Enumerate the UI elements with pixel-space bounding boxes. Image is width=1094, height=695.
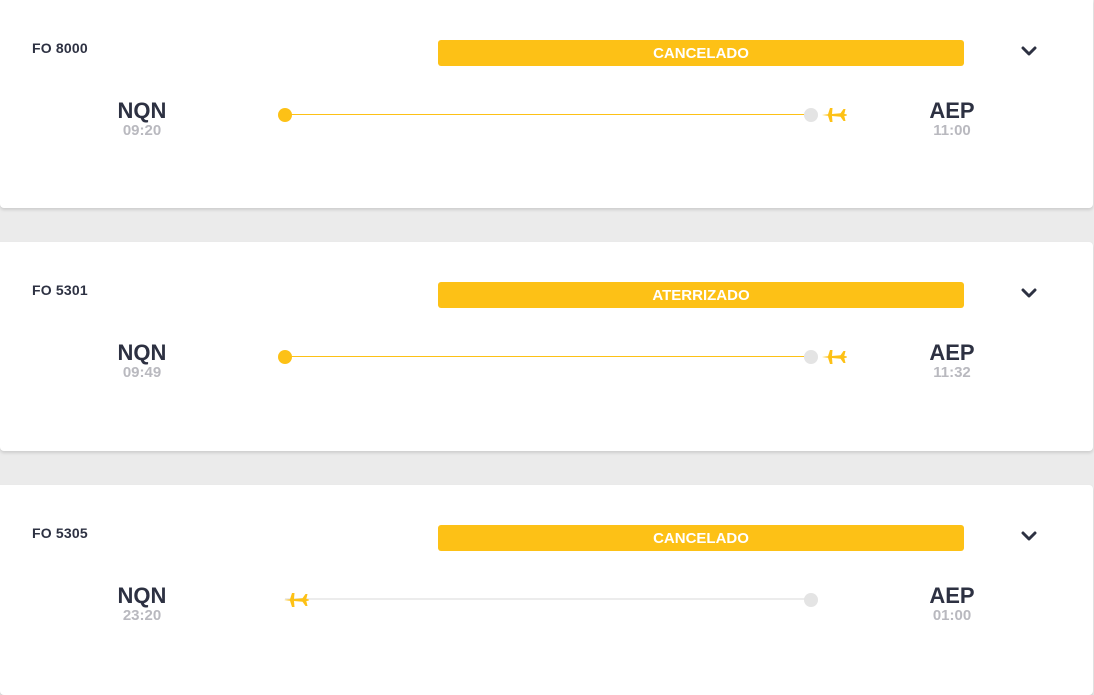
airplane-icon [284,593,309,607]
destination-dot [804,108,818,122]
chevron-down-icon [1021,531,1037,541]
origin-time: 09:49 [122,364,162,381]
origin-time: 23:20 [122,607,162,624]
origin-code: NQN [117,98,167,123]
status-badge: ATERRIZADO [438,282,964,308]
flight-card: FO 5305 CANCELADO NQN 23:20 AEP 01:00 [0,485,1093,695]
flight-number: FO 5305 [32,525,88,541]
origin-airport: NQN 23:20 [87,583,197,625]
flight-progress-track [285,356,811,357]
destination-code: AEP [929,340,975,365]
destination-time: 11:00 [933,122,971,139]
airplane-icon [822,350,847,364]
chevron-down-icon [1021,46,1037,56]
origin-dot [278,350,292,364]
status-badge: CANCELADO [438,525,964,551]
origin-code: NQN [117,340,167,365]
flight-progress-track [285,114,811,115]
destination-time: 01:00 [932,607,972,624]
origin-code: NQN [117,583,167,608]
destination-dot [804,593,818,607]
flight-number: FO 5301 [32,282,88,298]
origin-dot [278,108,292,122]
origin-airport: NQN 09:49 [87,340,197,382]
destination-dot [804,350,818,364]
chevron-down-icon [1021,288,1037,298]
flight-card: FO 8000 CANCELADO NQN 09:20 AEP 11:00 [0,0,1093,208]
destination-code: AEP [929,98,975,123]
flight-progress-track [285,598,811,600]
status-badge: CANCELADO [438,40,964,66]
origin-airport: NQN 09:20 [87,98,197,140]
destination-time: 11:32 [933,364,971,381]
destination-airport: AEP 01:00 [897,583,1007,625]
expand-button[interactable] [1019,526,1039,546]
destination-airport: AEP 11:32 [897,340,1007,382]
destination-code: AEP [929,583,975,608]
destination-airport: AEP 11:00 [897,98,1007,140]
expand-button[interactable] [1019,41,1039,61]
flight-number: FO 8000 [32,40,88,56]
flight-card: FO 5301 ATERRIZADO NQN 09:49 AEP 11:32 [0,242,1093,451]
origin-time: 09:20 [122,122,162,139]
airplane-icon [822,108,847,122]
expand-button[interactable] [1019,283,1039,303]
